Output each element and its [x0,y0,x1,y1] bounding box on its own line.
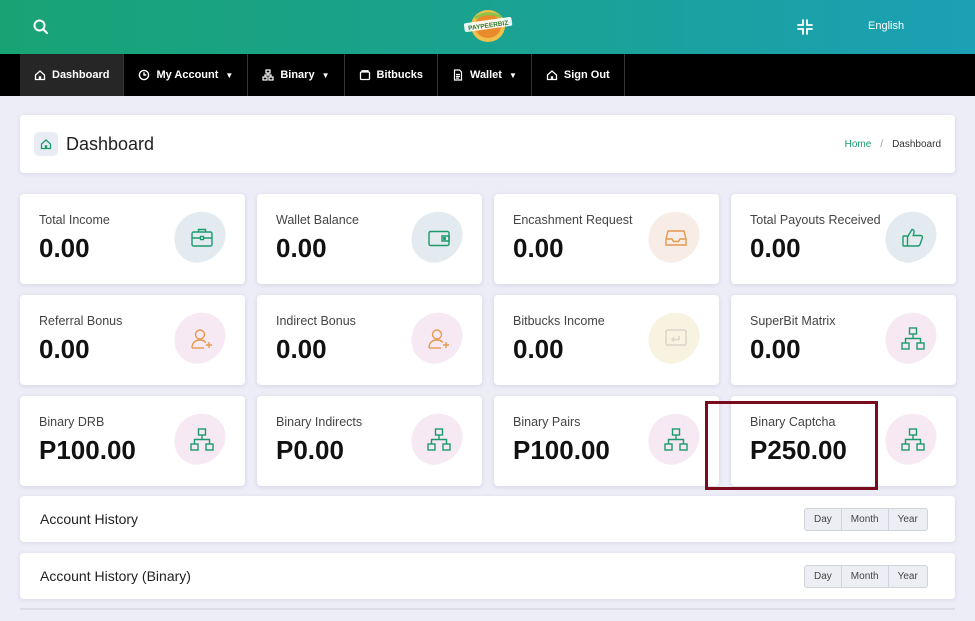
wallet-icon [428,230,450,247]
nav-label: Binary [280,69,315,81]
account-history-card: Account History Day Month Year [20,496,955,542]
top-header: PAYPEERBIZ English [0,0,975,54]
nav-label: My Account [156,69,219,81]
stat-label: Indirect Bonus [276,314,356,328]
user-plus-icon [191,329,212,349]
search-icon[interactable] [31,17,51,37]
stat-label: Binary DRB [39,415,105,429]
breadcrumb-home[interactable]: Home [845,139,872,150]
stat-value: 0.00 [39,233,90,263]
chevron-down-icon: ▼ [225,70,234,80]
nav-item-sign-out[interactable]: Sign Out [532,54,625,96]
stat-value: 0.00 [750,233,801,263]
page-header: Dashboard Home / Dashboard [20,115,955,173]
stat-value: 0.00 [39,334,90,364]
sitemap-icon [664,428,688,451]
stat-label: Binary Indirects [276,415,363,429]
stat-value: 0.00 [276,334,327,364]
stat-value: 0.00 [750,334,801,364]
card-title: Account History [40,511,139,527]
stat-card-indirect-bonus: Indirect Bonus 0.00 [257,295,482,385]
account-history-binary-card: Account History (Binary) Day Month Year [20,553,955,599]
stat-label: Bitbucks Income [513,314,605,328]
nav-item-wallet[interactable]: Wallet ▼ [438,54,532,96]
stat-card-binary-pairs: Binary Pairs P100.00 [494,396,719,486]
sitemap-icon [901,327,925,350]
breadcrumb-current: Dashboard [892,139,941,150]
nav-label: Sign Out [563,69,610,81]
stat-card-bitbucks-income: Bitbucks Income 0.00 [494,295,719,385]
stat-value: P100.00 [39,435,136,465]
nav-item-bitbucks[interactable]: Bitbucks [345,54,438,96]
wallet-icon [359,70,370,81]
user-plus-icon [428,329,449,349]
card-title: Account History (Binary) [40,568,191,584]
stat-card-total-payouts-received: Total Payouts Received 0.00 [731,194,956,284]
home-icon [546,70,558,81]
nav-label: Wallet [469,69,502,81]
home-icon [34,132,58,156]
brand-logo[interactable]: PAYPEERBIZ [463,8,513,44]
stat-value: 0.00 [513,334,564,364]
stat-label: Encashment Request [513,213,633,227]
sitemap-icon [901,428,925,451]
document-icon [453,69,463,81]
period-month-button[interactable]: Month [842,566,889,587]
stat-card-binary-indirects: Binary Indirects P0.00 [257,396,482,486]
stat-card-binary-drb: Binary DRB P100.00 [20,396,245,486]
exchange-icon [665,329,687,346]
inbox-icon [665,230,687,246]
chevron-down-icon: ▼ [508,70,517,80]
period-year-button[interactable]: Year [889,566,927,587]
stat-card-superbit-matrix: SuperBit Matrix 0.00 [731,295,956,385]
nav-label: Bitbucks [376,69,423,81]
sitemap-icon [190,428,214,451]
period-day-button[interactable]: Day [805,566,842,587]
highlight-box [705,401,878,490]
sitemap-icon [262,69,274,81]
stat-label: Referral Bonus [39,314,123,328]
stat-label: SuperBit Matrix [750,314,836,328]
language-selector[interactable]: English [868,20,904,32]
nav-label: Dashboard [52,69,110,81]
stat-label: Wallet Balance [276,213,359,227]
stat-card-referral-bonus: Referral Bonus 0.00 [20,295,245,385]
briefcase-icon [191,228,213,247]
stat-card-encashment-request: Encashment Request 0.00 [494,194,719,284]
stat-card-wallet-balance: Wallet Balance 0.00 [257,194,482,284]
period-month-button[interactable]: Month [842,509,889,530]
compress-icon[interactable] [796,18,814,36]
clock-icon [139,69,150,81]
nav-item-my-account[interactable]: My Account ▼ [124,54,249,96]
page-title: Dashboard [66,134,155,154]
stat-value: 0.00 [513,233,564,263]
breadcrumb-separator: / [880,139,884,150]
chevron-down-icon: ▼ [321,70,330,80]
stat-value: 0.00 [276,233,327,263]
thumbs-up-icon [902,228,924,247]
main-nav: Dashboard My Account ▼ Binary ▼ Bitbucks… [0,54,975,96]
stat-label: Binary Pairs [513,415,581,429]
breadcrumb: Home / Dashboard [845,139,941,150]
nav-item-binary[interactable]: Binary ▼ [248,54,345,96]
stat-card-total-income: Total Income 0.00 [20,194,245,284]
period-day-button[interactable]: Day [805,509,842,530]
stat-value: P0.00 [276,435,344,465]
stat-value: P100.00 [513,435,610,465]
period-toggle: Day Month Year [804,508,928,531]
home-icon [34,70,46,81]
period-year-button[interactable]: Year [889,509,927,530]
stat-label: Total Income [39,213,110,227]
stat-label: Total Payouts Received [750,213,881,227]
nav-item-dashboard[interactable]: Dashboard [20,54,125,96]
divider [20,608,955,610]
sitemap-icon [427,428,451,451]
period-toggle: Day Month Year [804,565,928,588]
